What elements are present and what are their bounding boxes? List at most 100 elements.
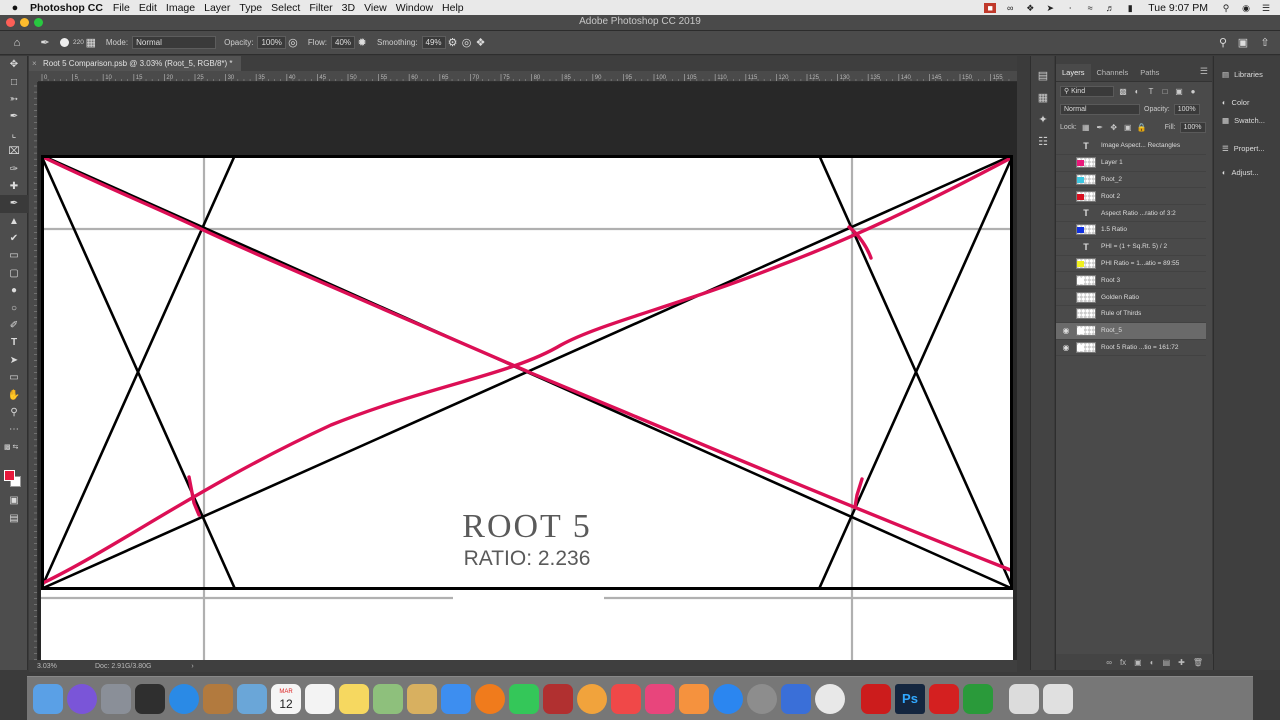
battery-icon[interactable]: ▮ (1124, 3, 1136, 13)
location-icon[interactable]: ➤ (1044, 3, 1056, 13)
share-icon[interactable]: ⇧ (1258, 36, 1272, 50)
firefox-icon[interactable] (475, 683, 505, 714)
smoothing-input[interactable]: 49% (421, 36, 446, 49)
safari-icon[interactable] (169, 683, 199, 714)
zoom-tool-icon[interactable]: ⚲ (0, 404, 28, 421)
eraser-tool-icon[interactable]: ▭ (0, 247, 28, 264)
menu-help[interactable]: Help (442, 2, 464, 14)
recording-icon[interactable]: ■ (984, 2, 997, 13)
dropbox-icon[interactable]: ❖ (1024, 3, 1036, 13)
menubar-clock[interactable]: Tue 9:07 PM (1148, 2, 1208, 14)
visibility-eye-icon[interactable]: ◉ (1056, 326, 1076, 335)
workspace-switcher-icon[interactable]: ▣ (1236, 36, 1250, 50)
filter-smart-object-icon[interactable]: ▣ (1174, 87, 1184, 96)
vertical-ruler[interactable] (29, 82, 38, 660)
dodge-tool-icon[interactable]: ○ (0, 299, 28, 316)
news-icon[interactable] (611, 683, 641, 714)
bluetooth-icon[interactable]: ⸱ (1064, 3, 1076, 13)
horizontal-ruler[interactable]: 0 5 10 15 20 25 30 35 40 45 50 55 60 65 70 75 80 85 90 95 10… (38, 71, 1017, 82)
close-tab-icon[interactable]: × (32, 56, 37, 71)
menu-view[interactable]: View (364, 2, 387, 14)
tab-channels[interactable]: Channels (1091, 64, 1135, 81)
screen-mode-icon[interactable]: ▤ (0, 509, 28, 526)
menu-layer[interactable]: Layer (204, 2, 230, 14)
hand-tool-icon[interactable]: ✋ (0, 386, 28, 403)
maps-icon[interactable] (373, 683, 403, 714)
pressure-size-icon[interactable]: ◎ (460, 36, 474, 50)
launchpad-icon[interactable] (101, 683, 131, 714)
ibooks-icon[interactable] (679, 683, 709, 714)
ruler-origin[interactable] (29, 71, 38, 82)
panel-menu-icon[interactable]: ☰ (1200, 66, 1208, 77)
lasso-tool-icon[interactable]: ➳ (0, 91, 28, 108)
layer-row[interactable]: T PHI = (1 + Sq.Rt. 5) / 2 (1056, 239, 1206, 256)
eyedropper-tool-icon[interactable]: ✑ (0, 160, 28, 177)
calendar-icon[interactable]: MAR 12 (271, 683, 301, 714)
books-folder-icon[interactable] (203, 683, 233, 714)
user-icon[interactable]: ◉ (1240, 3, 1252, 13)
trash-icon[interactable] (1043, 683, 1073, 714)
libraries-panel-button[interactable]: ▤ Libraries (1214, 62, 1280, 86)
type-tool-icon[interactable]: T (0, 334, 28, 351)
fill-input[interactable]: 100% (1179, 121, 1206, 133)
link-layers-icon[interactable]: ∞ (1106, 658, 1112, 667)
move-tool-icon[interactable]: ✥ (0, 56, 28, 73)
finder-icon[interactable] (33, 683, 63, 714)
tab-layers[interactable]: Layers (1056, 64, 1091, 81)
blend-mode-select[interactable]: Normal (1060, 103, 1140, 115)
itunes-icon[interactable] (645, 683, 675, 714)
brush-size-picker[interactable]: 220 (60, 38, 84, 47)
search-icon[interactable]: ⚲ (1216, 36, 1230, 50)
pen-tool-icon[interactable]: ✐ (0, 317, 28, 334)
gradient-tool-icon[interactable]: ▢ (0, 265, 28, 282)
glyphs-panel-icon[interactable]: ✦ (1031, 108, 1055, 130)
photos-icon[interactable] (577, 683, 607, 714)
layer-row[interactable]: Root 3 (1056, 272, 1206, 290)
layer-row[interactable]: T Aspect Ratio ...ratio of 3:2 (1056, 205, 1206, 222)
filter-adjustment-icon[interactable]: ◐ (1132, 87, 1142, 96)
layer-row[interactable]: ◉ Root 5 Ratio ...tio = 161:72 (1056, 340, 1206, 357)
new-layer-icon[interactable]: ✚ (1178, 658, 1185, 667)
filter-toggle-icon[interactable]: ● (1188, 87, 1198, 96)
downloads-stack-icon[interactable] (1009, 683, 1039, 714)
creative-cloud-icon[interactable]: ∞ (1004, 3, 1016, 13)
path-selection-tool-icon[interactable]: ➤ (0, 352, 28, 369)
acrobat-icon[interactable] (861, 683, 891, 714)
brush-settings-panel-icon[interactable]: ▦ (1031, 86, 1055, 108)
menu-type[interactable]: Type (239, 2, 262, 14)
adjustments-panel-button[interactable]: ◐ Adjust... (1214, 160, 1280, 184)
opacity-input[interactable]: 100% (257, 36, 286, 49)
brush-settings-icon[interactable]: ▦ (84, 36, 98, 50)
properties-panel-button[interactable]: ☰ Propert... (1214, 136, 1280, 160)
acrobat-reader-icon[interactable] (929, 683, 959, 714)
appstore-icon[interactable] (713, 683, 743, 714)
photobooth-icon[interactable] (543, 683, 573, 714)
filter-type-icon[interactable]: T (1146, 87, 1156, 96)
layer-row[interactable]: 1.5 Ratio (1056, 222, 1206, 239)
preview-icon[interactable] (237, 683, 267, 714)
messages-icon[interactable] (441, 683, 471, 714)
app-menu[interactable]: Photoshop CC (30, 2, 103, 14)
menu-file[interactable]: File (113, 2, 130, 14)
layer-opacity-input[interactable]: 100% (1173, 103, 1200, 115)
doc-size-info[interactable]: Doc: 2.91G/3.80G (95, 663, 151, 670)
root5-artwork[interactable]: ROOT 5 RATIO: 2.236 (41, 155, 1013, 671)
lock-pixels-icon[interactable]: ✒ (1095, 123, 1105, 132)
volume-icon[interactable]: ♬ (1104, 3, 1116, 13)
layer-row[interactable]: Layer 1 (1056, 155, 1206, 172)
layer-row[interactable]: Root_2 (1056, 172, 1206, 189)
brush-tool-icon[interactable]: ✒ (0, 195, 28, 213)
add-mask-icon[interactable]: ▣ (1134, 658, 1142, 667)
quick-mask-icon[interactable]: ▣ (0, 492, 28, 509)
history-panel-icon[interactable]: ▤ (1031, 64, 1055, 86)
status-menu-chevron-icon[interactable]: › (191, 663, 193, 670)
lock-transparency-icon[interactable]: ▦ (1081, 123, 1091, 132)
marquee-tool-icon[interactable]: □ (0, 73, 28, 90)
wifi-icon[interactable]: ≈ (1084, 3, 1096, 13)
menu-edit[interactable]: Edit (139, 2, 157, 14)
filter-shape-icon[interactable]: □ (1160, 87, 1170, 96)
frame-tool-icon[interactable]: ⌧ (0, 143, 28, 160)
notification-center-icon[interactable]: ☰ (1260, 3, 1272, 13)
clone-stamp-tool-icon[interactable]: ▲ (0, 213, 28, 230)
smoothing-settings-gear-icon[interactable]: ⚙ (446, 36, 460, 50)
